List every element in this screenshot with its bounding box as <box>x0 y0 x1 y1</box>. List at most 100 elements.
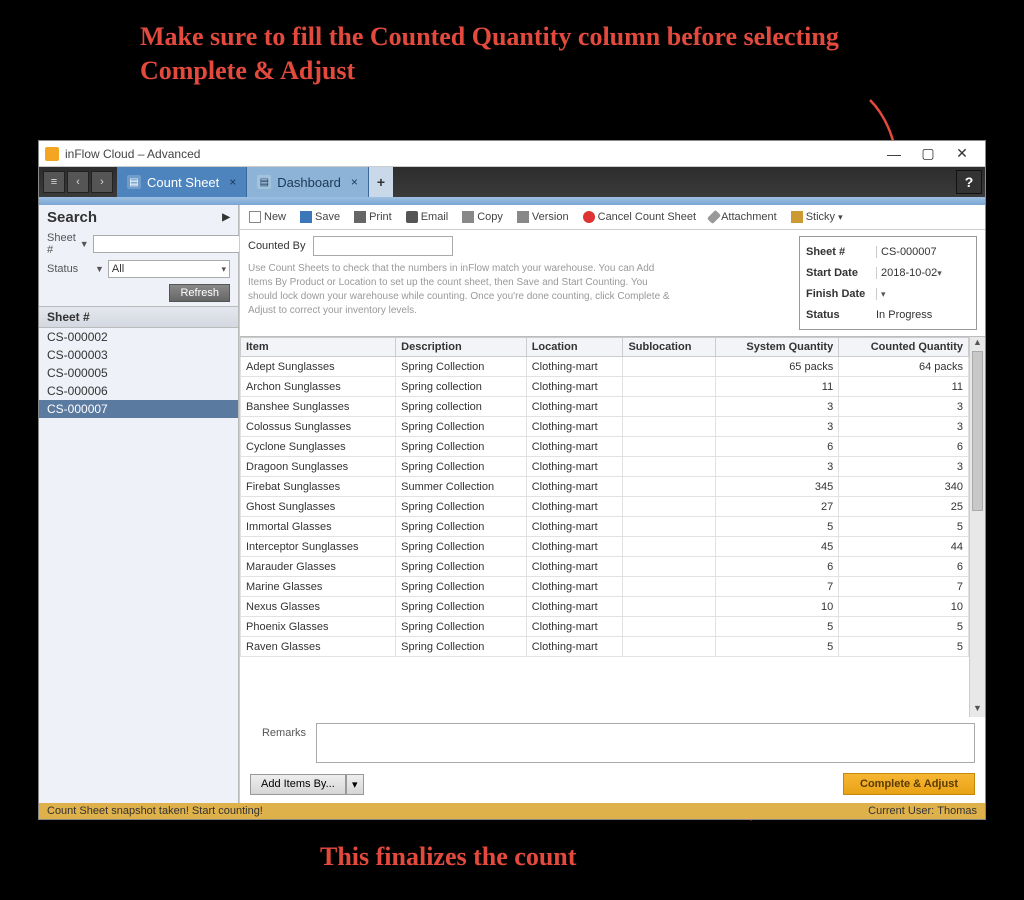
cell-counted-qty[interactable]: 25 <box>839 497 969 517</box>
sheet-item[interactable]: CS-000002 <box>39 328 238 346</box>
table-row[interactable]: Phoenix GlassesSpring CollectionClothing… <box>241 617 969 637</box>
sticky-button[interactable]: Sticky▾ <box>788 209 846 225</box>
cell-location[interactable]: Clothing-mart <box>526 497 623 517</box>
nav-forward-button[interactable]: › <box>91 171 113 193</box>
cell-sublocation[interactable] <box>623 517 716 537</box>
cell-location[interactable]: Clothing-mart <box>526 537 623 557</box>
chevron-down-icon[interactable]: ▼ <box>95 264 104 274</box>
cell-item[interactable]: Phoenix Glasses <box>241 617 396 637</box>
tab-dashboard[interactable]: ▤Dashboard× <box>247 167 369 197</box>
cell-counted-qty[interactable]: 64 packs <box>839 357 969 377</box>
cell-sublocation[interactable] <box>623 577 716 597</box>
cell-system-qty[interactable]: 5 <box>716 517 839 537</box>
save-button[interactable]: Save <box>297 209 343 225</box>
cell-counted-qty[interactable]: 5 <box>839 617 969 637</box>
cell-system-qty[interactable]: 27 <box>716 497 839 517</box>
sheet-item[interactable]: CS-000007 <box>39 400 238 418</box>
cell-description[interactable]: Spring Collection <box>396 537 527 557</box>
column-header[interactable]: System Quantity <box>716 338 839 357</box>
cell-location[interactable]: Clothing-mart <box>526 637 623 657</box>
column-header[interactable]: Item <box>241 338 396 357</box>
table-row[interactable]: Dragoon SunglassesSpring CollectionCloth… <box>241 457 969 477</box>
table-row[interactable]: Marauder GlassesSpring CollectionClothin… <box>241 557 969 577</box>
cell-system-qty[interactable]: 45 <box>716 537 839 557</box>
help-button[interactable]: ? <box>956 170 982 194</box>
cell-item[interactable]: Ghost Sunglasses <box>241 497 396 517</box>
cell-location[interactable]: Clothing-mart <box>526 457 623 477</box>
table-row[interactable]: Ghost SunglassesSpring CollectionClothin… <box>241 497 969 517</box>
sheet-item[interactable]: CS-000003 <box>39 346 238 364</box>
attach-button[interactable]: Attachment <box>707 209 780 225</box>
cell-system-qty[interactable]: 11 <box>716 377 839 397</box>
cell-counted-qty[interactable]: 340 <box>839 477 969 497</box>
cancel-button[interactable]: Cancel Count Sheet <box>580 209 699 225</box>
remarks-input[interactable] <box>316 723 975 763</box>
cell-item[interactable]: Banshee Sunglasses <box>241 397 396 417</box>
close-button[interactable]: ✕ <box>945 145 979 162</box>
cell-description[interactable]: Spring Collection <box>396 417 527 437</box>
cell-counted-qty[interactable]: 7 <box>839 577 969 597</box>
cell-item[interactable]: Cyclone Sunglasses <box>241 437 396 457</box>
cell-sublocation[interactable] <box>623 497 716 517</box>
cell-system-qty[interactable]: 6 <box>716 557 839 577</box>
column-header[interactable]: Location <box>526 338 623 357</box>
copy-button[interactable]: Copy <box>459 209 506 225</box>
cell-item[interactable]: Dragoon Sunglasses <box>241 457 396 477</box>
cell-item[interactable]: Firebat Sunglasses <box>241 477 396 497</box>
table-row[interactable]: Cyclone SunglassesSpring CollectionCloth… <box>241 437 969 457</box>
sheet-item[interactable]: CS-000005 <box>39 364 238 382</box>
cell-system-qty[interactable]: 5 <box>716 637 839 657</box>
cell-sublocation[interactable] <box>623 477 716 497</box>
table-row[interactable]: Interceptor SunglassesSpring CollectionC… <box>241 537 969 557</box>
cell-location[interactable]: Clothing-mart <box>526 417 623 437</box>
chevron-down-icon[interactable]: ▼ <box>80 239 89 249</box>
cell-item[interactable]: Marine Glasses <box>241 577 396 597</box>
column-header[interactable]: Description <box>396 338 527 357</box>
cell-system-qty[interactable]: 345 <box>716 477 839 497</box>
cell-system-qty[interactable]: 5 <box>716 617 839 637</box>
cell-description[interactable]: Spring Collection <box>396 597 527 617</box>
table-row[interactable]: Nexus GlassesSpring CollectionClothing-m… <box>241 597 969 617</box>
grid-scrollbar[interactable]: ▲ ▼ <box>969 336 985 717</box>
cell-sublocation[interactable] <box>623 437 716 457</box>
cell-description[interactable]: Spring Collection <box>396 637 527 657</box>
cell-counted-qty[interactable]: 5 <box>839 517 969 537</box>
cell-sublocation[interactable] <box>623 617 716 637</box>
cell-location[interactable]: Clothing-mart <box>526 597 623 617</box>
cell-description[interactable]: Spring collection <box>396 377 527 397</box>
cell-system-qty[interactable]: 3 <box>716 397 839 417</box>
cell-system-qty[interactable]: 3 <box>716 417 839 437</box>
cell-location[interactable]: Clothing-mart <box>526 377 623 397</box>
cell-counted-qty[interactable]: 5 <box>839 637 969 657</box>
cell-item[interactable]: Raven Glasses <box>241 637 396 657</box>
cell-item[interactable]: Immortal Glasses <box>241 517 396 537</box>
cell-location[interactable]: Clothing-mart <box>526 357 623 377</box>
scroll-thumb[interactable] <box>972 351 983 511</box>
sheet-filter-input[interactable] <box>93 235 243 253</box>
cell-counted-qty[interactable]: 11 <box>839 377 969 397</box>
refresh-button[interactable]: Refresh <box>169 284 230 302</box>
version-button[interactable]: Version <box>514 209 572 225</box>
column-header[interactable]: Sublocation <box>623 338 716 357</box>
print-button[interactable]: Print <box>351 209 395 225</box>
nav-back-button[interactable]: ‹ <box>67 171 89 193</box>
cell-description[interactable]: Spring Collection <box>396 577 527 597</box>
cell-sublocation[interactable] <box>623 537 716 557</box>
cell-sublocation[interactable] <box>623 397 716 417</box>
close-icon[interactable]: × <box>351 175 358 189</box>
cell-sublocation[interactable] <box>623 357 716 377</box>
cell-description[interactable]: Spring Collection <box>396 457 527 477</box>
close-icon[interactable]: × <box>229 175 236 189</box>
meta-finish-value[interactable]: ▾ <box>876 288 970 300</box>
tab-count-sheet[interactable]: ▤Count Sheet× <box>117 167 247 197</box>
table-row[interactable]: Adept SunglassesSpring CollectionClothin… <box>241 357 969 377</box>
cell-description[interactable]: Spring Collection <box>396 617 527 637</box>
cell-sublocation[interactable] <box>623 597 716 617</box>
cell-item[interactable]: Adept Sunglasses <box>241 357 396 377</box>
scroll-up-icon[interactable]: ▲ <box>970 337 985 351</box>
chevron-down-icon[interactable]: ▾ <box>937 268 942 278</box>
cell-location[interactable]: Clothing-mart <box>526 617 623 637</box>
cell-location[interactable]: Clothing-mart <box>526 477 623 497</box>
cell-item[interactable]: Nexus Glasses <box>241 597 396 617</box>
cell-system-qty[interactable]: 7 <box>716 577 839 597</box>
